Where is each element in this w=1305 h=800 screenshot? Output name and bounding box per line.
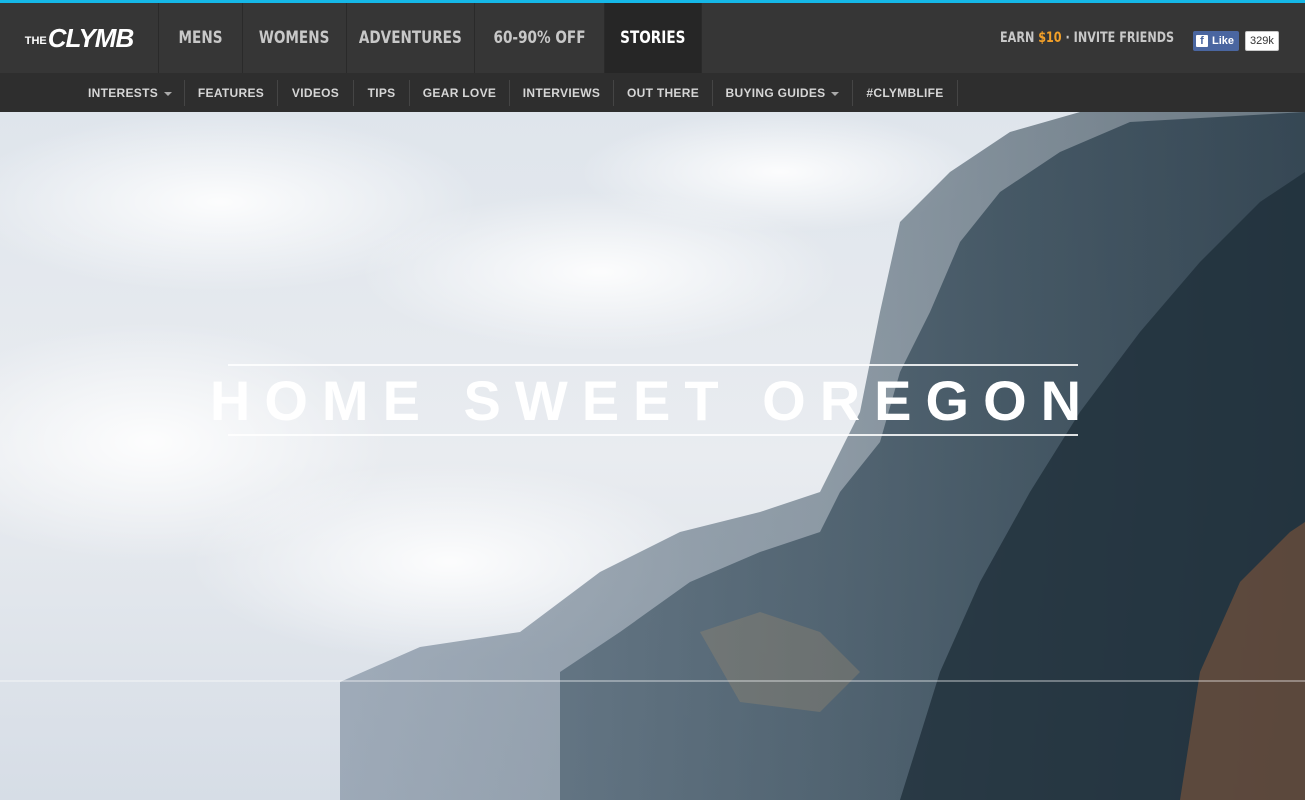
title-top-rule — [228, 364, 1078, 366]
nav-adventures[interactable]: ADVENTURES — [346, 3, 474, 73]
subnav-out-there-label: OUT THERE — [626, 86, 700, 100]
nav-adventures-label: ADVENTURES — [359, 28, 462, 48]
nav-mens[interactable]: MENS — [158, 3, 242, 73]
nav-womens-label: WOMENS — [259, 28, 330, 48]
nav-stories-label: STORIES — [620, 28, 686, 48]
subnav-videos[interactable]: VIDEOS — [278, 80, 354, 106]
subnav-buying-guides[interactable]: BUYING GUIDES — [713, 80, 853, 106]
hero-title: HOME SWEET OREGON — [209, 369, 1096, 432]
hero-landscape-image — [0, 112, 1305, 800]
subnav-tips-label: TIPS — [367, 86, 396, 100]
logo-the-text: THE — [24, 35, 47, 47]
subnav-videos-label: VIDEOS — [291, 86, 340, 100]
earn-amount: $10 — [1038, 30, 1062, 46]
facebook-like-button[interactable]: f Like — [1193, 31, 1240, 51]
the-clymb-logo[interactable]: THE CLYMB — [0, 3, 158, 73]
nav-stories[interactable]: STORIES — [604, 3, 702, 73]
stories-sub-navigation: INTERESTS FEATURES VIDEOS TIPS GEAR LOVE… — [0, 73, 1305, 112]
subnav-clymblife-label: #CLYMBLIFE — [866, 86, 944, 100]
title-bottom-rule — [228, 434, 1078, 436]
logo-clymb-text: CLYMB — [47, 22, 135, 53]
subnav-interests-label: INTERESTS — [87, 86, 159, 100]
nav-mens-label: MENS — [178, 28, 223, 48]
subnav-tips[interactable]: TIPS — [354, 80, 410, 106]
subnav-features-label: FEATURES — [197, 86, 265, 100]
caret-down-icon — [831, 92, 840, 96]
nav-60-90-off[interactable]: 60-90% OFF — [474, 3, 604, 73]
facebook-like-count: 329k — [1245, 31, 1279, 51]
hero-banner: HOME SWEET OREGON — [0, 112, 1305, 800]
subnav-interests[interactable]: INTERESTS — [76, 80, 185, 106]
subnav-interviews[interactable]: INTERVIEWS — [510, 80, 614, 106]
top-navigation-bar: THE CLYMB MENS WOMENS ADVENTURES 60-90% O… — [0, 0, 1305, 73]
subnav-features[interactable]: FEATURES — [185, 80, 278, 106]
facebook-like-label: Like — [1212, 35, 1235, 47]
subnav-clymblife[interactable]: #CLYMBLIFE — [853, 80, 958, 106]
subnav-gear-love-label: GEAR LOVE — [422, 86, 497, 100]
nav-60-90-off-label: 60-90% OFF — [493, 28, 586, 48]
earn-prefix: EARN — [1000, 30, 1039, 46]
invite-friends-link[interactable]: EARN $10 · INVITE FRIENDS — [1000, 3, 1218, 73]
subnav-out-there[interactable]: OUT THERE — [614, 80, 713, 106]
subnav-gear-love[interactable]: GEAR LOVE — [410, 80, 510, 106]
caret-down-icon — [164, 92, 173, 96]
subnav-interviews-label: INTERVIEWS — [522, 86, 601, 100]
invite-friends-label: · INVITE FRIENDS — [1061, 30, 1175, 46]
subnav-buying-guides-label: BUYING GUIDES — [725, 86, 826, 100]
nav-womens[interactable]: WOMENS — [242, 3, 346, 73]
facebook-f-icon: f — [1196, 35, 1208, 47]
facebook-like-widget: f Like 329k — [1193, 31, 1279, 51]
